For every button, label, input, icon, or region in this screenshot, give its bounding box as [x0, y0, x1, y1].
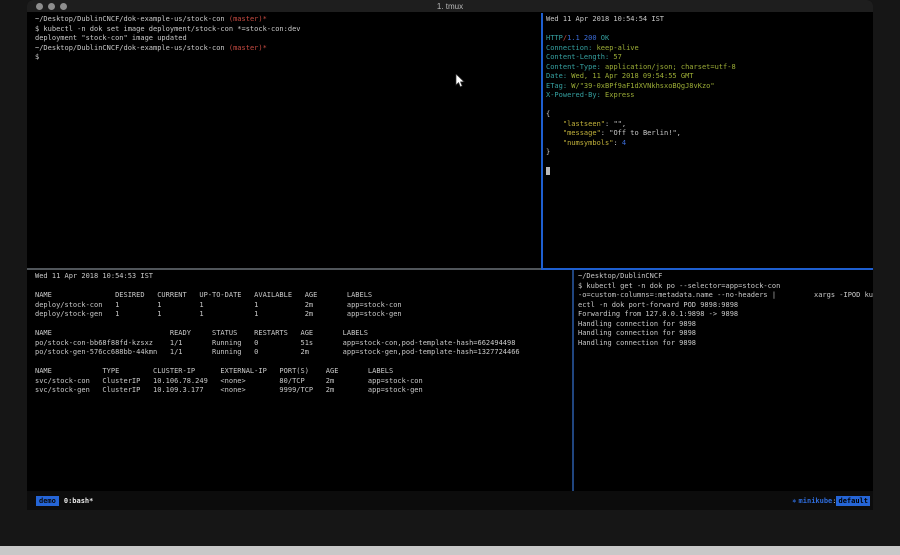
- pane-divider-vertical-bottom[interactable]: [572, 270, 574, 491]
- services-table-header: NAME TYPE CLUSTER-IP EXTERNAL-IP PORT(S)…: [35, 367, 572, 377]
- pane-divider-horizontal-right[interactable]: [543, 268, 873, 270]
- http-header: Content-Length: 57: [546, 53, 873, 63]
- http-header: X-Powered-By: Express: [546, 91, 873, 101]
- prompt-cursor-line: $: [35, 53, 541, 63]
- pane-top-right[interactable]: Wed 11 Apr 2018 10:54:54 IST HTTP/1.1 20…: [543, 13, 873, 268]
- pane-bottom-left[interactable]: Wed 11 Apr 2018 10:54:53 IST NAME DESIRE…: [27, 270, 572, 491]
- command-line: -o=custom-columns=:metadata.name --no-he…: [578, 291, 873, 301]
- json-row: "numsymbols": 4: [546, 139, 873, 149]
- http-header: Date: Wed, 11 Apr 2018 09:54:55 GMT: [546, 72, 873, 82]
- terminal-cursor: [546, 167, 550, 175]
- prompt-line: ~/Desktop/DublinCNCF/dok-example-us/stoc…: [35, 44, 541, 54]
- terminal-cursor-line: [546, 167, 873, 177]
- http-header: Connection: keep-alive: [546, 44, 873, 54]
- http-status-line: HTTP/1.1 200 OK: [546, 34, 873, 44]
- table-row: po/stock-gen-576cc688bb-44kmn 1/1 Runnin…: [35, 348, 572, 358]
- command-line: $ kubectl -n dok set image deployment/st…: [35, 25, 541, 35]
- table-row: svc/stock-con ClusterIP 10.106.78.249 <n…: [35, 377, 572, 387]
- http-header: Content-Type: application/json; charset=…: [546, 63, 873, 73]
- pods-table-header: NAME READY STATUS RESTARTS AGE LABELS: [35, 329, 572, 339]
- command-output: Forwarding from 127.0.0.1:9898 -> 9898: [578, 310, 873, 320]
- json-close-brace: }: [546, 148, 873, 158]
- git-branch: (master)*: [225, 44, 267, 52]
- command-output: Handling connection for 9898: [578, 320, 873, 330]
- tmux-status-bar: demo 0:bash* ⎈ minikube : default: [27, 491, 873, 510]
- kube-context: minikube: [799, 497, 833, 505]
- http-header: ETag: W/"39-0xBPf9aF1dXVNkhsxoBQgJ8vKzo": [546, 82, 873, 92]
- command-line: $ kubectl get -n dok po --selector=app=s…: [578, 282, 873, 292]
- pane-divider-horizontal-left[interactable]: [27, 268, 541, 270]
- timestamp: Wed 11 Apr 2018 10:54:54 IST: [546, 15, 873, 25]
- command-output: deployment "stock-con" image updated: [35, 34, 541, 44]
- table-row: po/stock-con-bb68f88fd-kzsxz 1/1 Running…: [35, 339, 572, 349]
- prompt-line: ~/Desktop/DublinCNCF: [578, 272, 873, 282]
- status-right: ⎈ minikube : default: [792, 496, 870, 506]
- command-line: ectl -n dok port-forward POD 9898:9898: [578, 301, 873, 311]
- window-titlebar[interactable]: 1. tmux: [27, 0, 873, 13]
- json-row: "lastseen": "",: [546, 120, 873, 130]
- timestamp: Wed 11 Apr 2018 10:54:53 IST: [35, 272, 572, 282]
- helm-wheel-icon: ⎈: [792, 497, 796, 505]
- pane-top-left[interactable]: ~/Desktop/DublinCNCF/dok-example-us/stoc…: [27, 13, 541, 268]
- session-name-badge: demo: [36, 496, 59, 506]
- tmux-panes: ~/Desktop/DublinCNCF/dok-example-us/stoc…: [27, 13, 873, 491]
- command-output: Handling connection for 9898: [578, 329, 873, 339]
- pane-divider-vertical-top[interactable]: [541, 13, 543, 270]
- status-left: demo 0:bash*: [36, 496, 93, 506]
- deployments-table-header: NAME DESIRED CURRENT UP-TO-DATE AVAILABL…: [35, 291, 572, 301]
- kube-namespace-badge: default: [836, 496, 870, 506]
- window-list-item[interactable]: 0:bash*: [64, 497, 94, 505]
- json-row: "message": "Off to Berlin!",: [546, 129, 873, 139]
- table-row: deploy/stock-gen 1 1 1 1 2m app=stock-ge…: [35, 310, 572, 320]
- prompt-line: ~/Desktop/DublinCNCF/dok-example-us/stoc…: [35, 15, 541, 25]
- terminal-window: 1. tmux ~/Desktop/DublinCNCF/dok-example…: [27, 0, 873, 510]
- screenshot-root: 1. tmux ~/Desktop/DublinCNCF/dok-example…: [0, 0, 900, 555]
- table-row: svc/stock-gen ClusterIP 10.109.3.177 <no…: [35, 386, 572, 396]
- table-row: deploy/stock-con 1 1 1 1 2m app=stock-co…: [35, 301, 572, 311]
- mouse-pointer-icon: [455, 74, 465, 88]
- bottom-strip: [0, 546, 900, 555]
- window-title: 1. tmux: [27, 1, 873, 12]
- pane-bottom-right[interactable]: ~/Desktop/DublinCNCF $ kubectl get -n do…: [574, 270, 873, 491]
- command-output: Handling connection for 9898: [578, 339, 873, 349]
- git-branch: (master)*: [225, 15, 267, 23]
- json-open-brace: {: [546, 110, 873, 120]
